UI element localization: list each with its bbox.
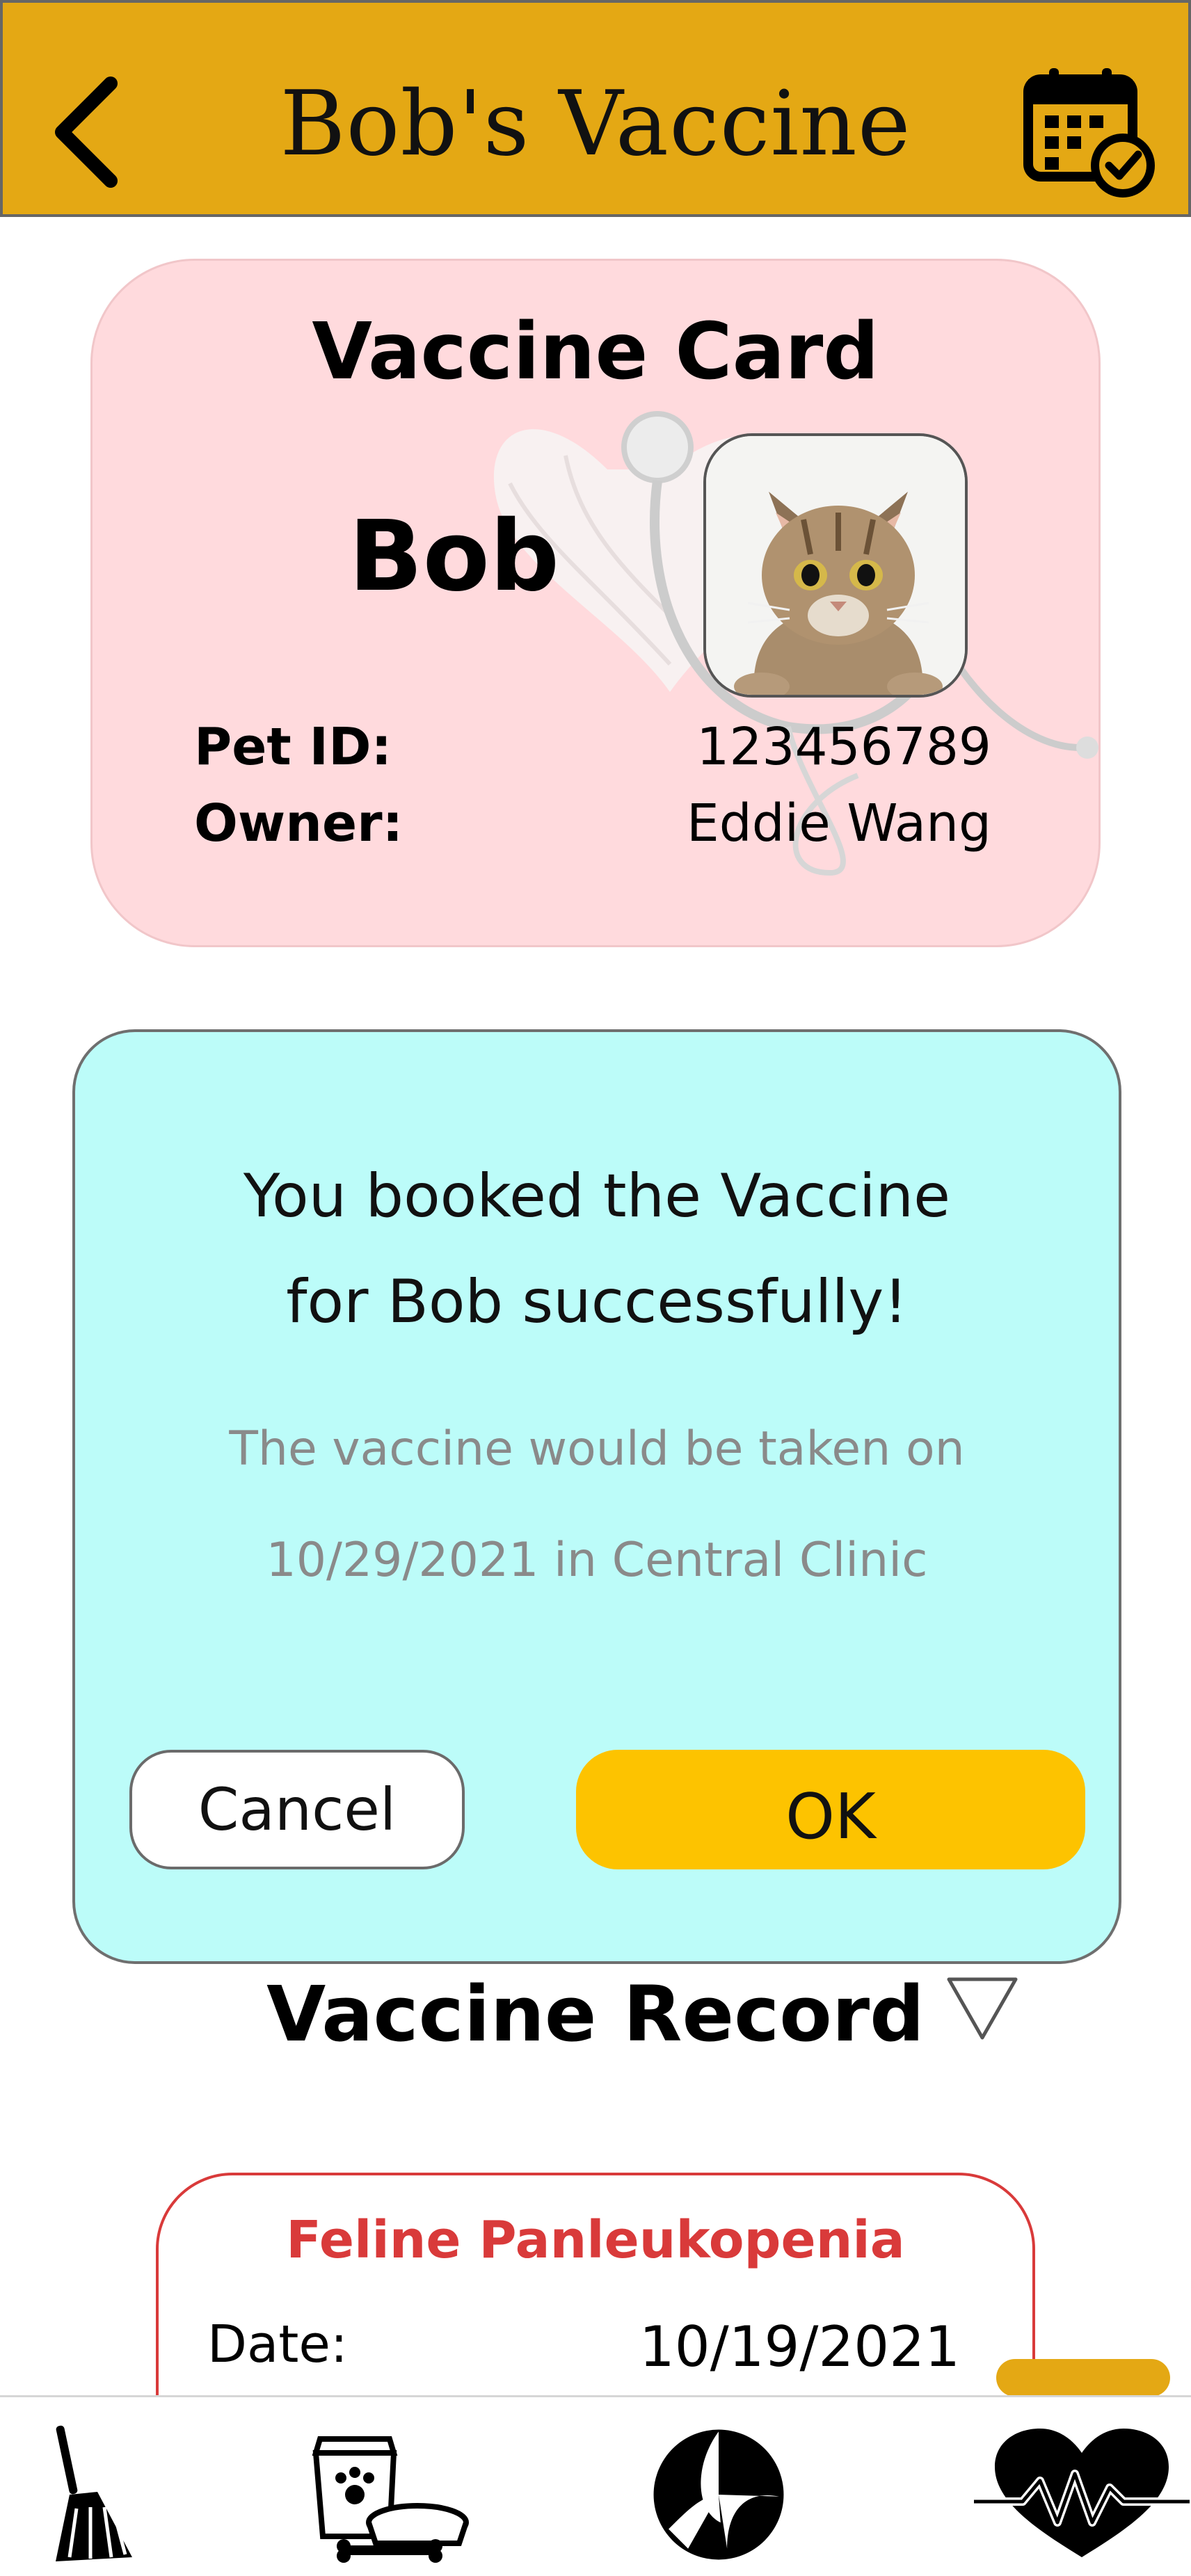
nav-item-food[interactable] [306, 2425, 473, 2564]
record-expand-toggle[interactable] [943, 1974, 1021, 2043]
vaccine-card: Vaccine Card Bob Pet ID: 123456789 Owner… [90, 259, 1101, 947]
owner-value: Eddie Wang [687, 794, 991, 853]
card-title: Vaccine Card [312, 307, 879, 397]
ok-button[interactable]: OK [576, 1750, 1085, 1869]
dialog-title-line: You booked the Vaccine [243, 1161, 951, 1231]
nav-item-play[interactable] [644, 2425, 793, 2564]
pet-name: Bob [349, 500, 560, 613]
record-date-value: 10/19/2021 [639, 2315, 960, 2379]
pet-id-value: 123456789 [696, 717, 991, 777]
scroll-indicator[interactable] [996, 2359, 1170, 2397]
pet-id-label: Pet ID: [194, 717, 392, 777]
app-header: Bob's Vaccine [0, 0, 1191, 217]
cancel-button[interactable]: Cancel [129, 1750, 465, 1869]
record-date-label: Date: [207, 2315, 348, 2374]
pet-photo [703, 433, 968, 698]
ball-icon [653, 2429, 784, 2560]
owner-label: Owner: [194, 794, 403, 853]
nav-item-health[interactable] [974, 2425, 1190, 2564]
calendar-check-icon [1023, 68, 1155, 198]
bottom-nav [0, 2395, 1191, 2576]
heartbeat-icon [974, 2429, 1190, 2557]
cat-icon [706, 436, 965, 695]
dialog-message: The vaccine would be taken on 10/29/2021… [75, 1394, 1119, 1616]
triangle-down-icon [947, 1977, 1018, 2040]
dialog-message-line: 10/29/2021 in Central Clinic [266, 1533, 928, 1588]
vaccine-name: Feline Panleukopenia [286, 2210, 905, 2270]
booking-success-dialog: You booked the Vaccine for Bob successfu… [72, 1029, 1121, 1964]
dialog-message-line: The vaccine would be taken on [229, 1422, 965, 1476]
dialog-title-line: for Bob successfully! [286, 1267, 908, 1337]
dialog-title: You booked the Vaccine for Bob successfu… [75, 1143, 1119, 1355]
pet-food-icon [312, 2436, 469, 2563]
nav-item-cleaning[interactable] [42, 2425, 146, 2564]
page-title: Bob's Vaccine [280, 72, 911, 176]
broom-icon [56, 2425, 132, 2561]
calendar-button[interactable] [1018, 63, 1158, 202]
